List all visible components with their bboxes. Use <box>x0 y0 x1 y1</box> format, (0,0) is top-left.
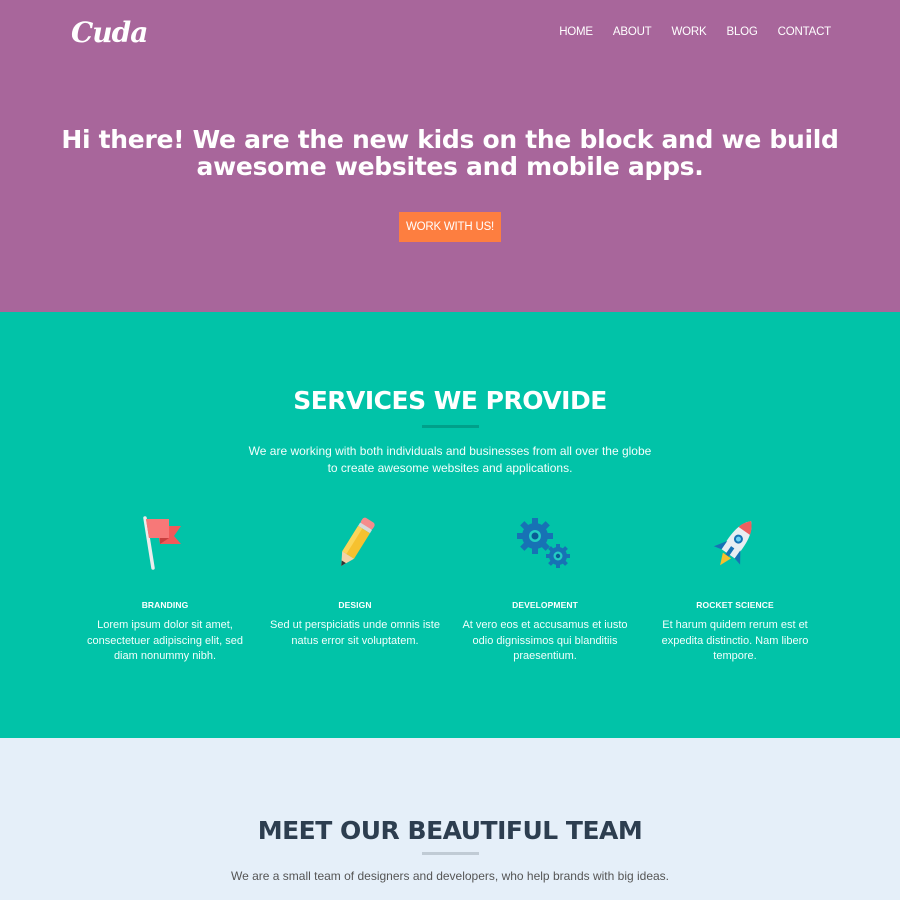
nav-work[interactable]: WORK <box>672 26 707 38</box>
team-section: MEET OUR BEAUTIFUL TEAM We are a small t… <box>0 738 900 900</box>
gears-icon <box>517 518 570 568</box>
nav-contact[interactable]: CONTACT <box>778 26 832 38</box>
services-section: SERVICES WE PROVIDE We are working with … <box>0 312 900 738</box>
team-divider <box>422 852 479 855</box>
nav-home[interactable]: HOME <box>559 26 593 38</box>
nav-blog[interactable]: BLOG <box>727 26 758 38</box>
service-text: Et harum quidem rerum est et expedita di… <box>661 619 809 662</box>
main-nav: HOME ABOUT WORK BLOG CONTACT <box>559 26 831 38</box>
services-divider <box>422 425 479 428</box>
service-branding: BRANDING Lorem ipsum dolor sit amet, con… <box>75 512 255 665</box>
work-with-us-button[interactable]: WORK WITH US! <box>399 212 501 242</box>
hero-section: Cuda HOME ABOUT WORK BLOG CONTACT Hi the… <box>0 0 900 312</box>
services-title: SERVICES WE PROVIDE <box>293 386 607 415</box>
service-text: At vero eos et accusamus et iusto odio d… <box>462 619 628 662</box>
nav-about[interactable]: ABOUT <box>613 26 652 38</box>
team-title: MEET OUR BEAUTIFUL TEAM <box>257 816 643 845</box>
flag-icon <box>143 516 181 570</box>
hero-title: Hi there! We are the new kids on the blo… <box>0 126 900 180</box>
service-rocket-science: ROCKET SCIENCE Et harum quidem rerum est… <box>645 512 825 665</box>
service-title: BRANDING <box>141 600 189 610</box>
service-text: Sed ut perspiciatis unde omnis iste natu… <box>270 619 440 647</box>
service-design: DESIGN Sed ut perspiciatis unde omnis is… <box>265 512 445 649</box>
hero-title-line-2: awesome websites and mobile apps. <box>196 152 704 181</box>
service-title: DEVELOPMENT <box>512 600 578 610</box>
services-desc-line-1: We are working with both individuals and… <box>248 444 652 458</box>
services-desc-line-2: to create awesome websites and applicati… <box>327 460 573 475</box>
site-logo[interactable]: Cuda <box>71 16 148 49</box>
team-description: We are a small team of designers and dev… <box>230 869 670 883</box>
rocket-icon <box>713 521 752 566</box>
service-title: DESIGN <box>338 600 372 610</box>
hero-title-line-1: Hi there! We are the new kids on the blo… <box>61 125 839 154</box>
service-title: ROCKET SCIENCE <box>696 600 774 610</box>
services-description: We are working with both individuals and… <box>0 443 900 476</box>
service-development: DEVELOPMENT At vero eos et accusamus et … <box>455 512 635 665</box>
pencil-icon <box>341 517 375 567</box>
service-text: Lorem ipsum dolor sit amet, consectetuer… <box>87 619 243 662</box>
